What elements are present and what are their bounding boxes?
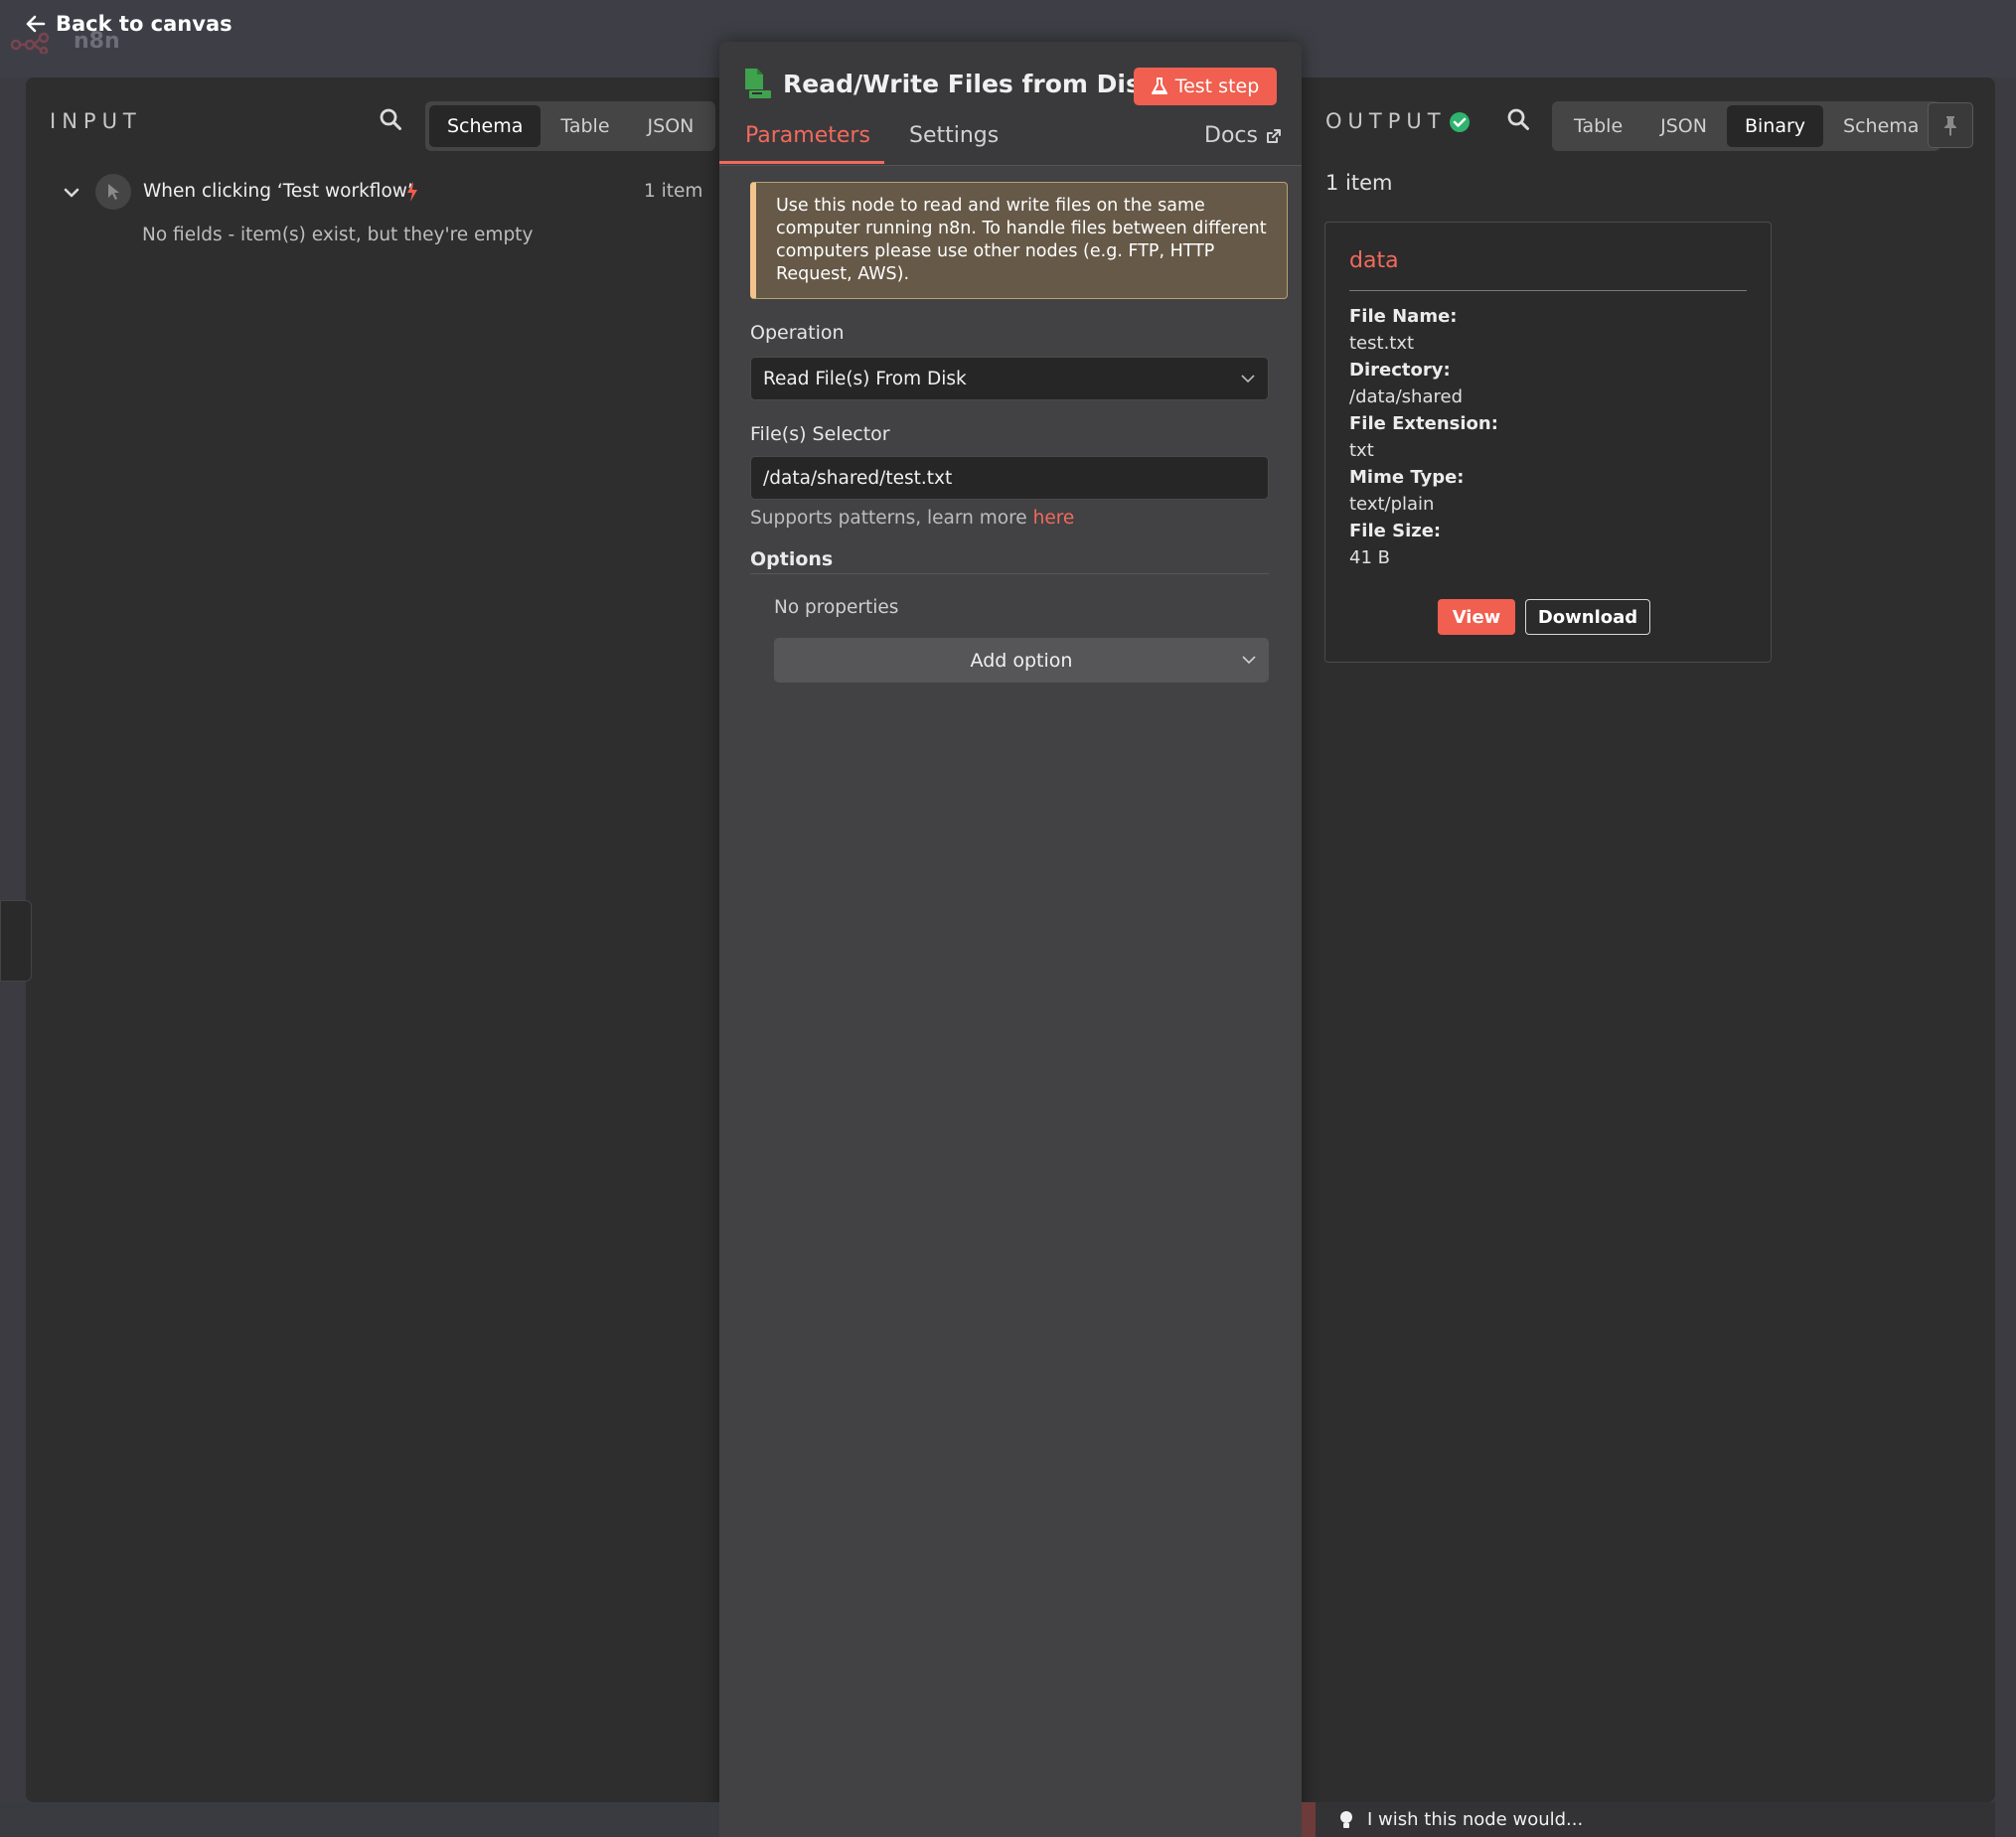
directory-label: Directory: bbox=[1349, 360, 1451, 381]
download-button[interactable]: Download bbox=[1525, 599, 1650, 635]
feedback-text: I wish this node would... bbox=[1367, 1809, 1584, 1830]
flask-icon bbox=[1151, 77, 1167, 94]
input-item-count: 1 item bbox=[644, 181, 703, 202]
test-step-button[interactable]: Test step bbox=[1134, 68, 1277, 105]
input-panel: INPUT Schema Table JSON When clicking ‘T… bbox=[26, 77, 719, 1802]
input-tab-table[interactable]: Table bbox=[543, 105, 627, 147]
output-tab-table[interactable]: Table bbox=[1556, 105, 1640, 147]
mime-type-value: text/plain bbox=[1349, 494, 1435, 515]
active-tab-indicator bbox=[719, 161, 884, 164]
trigger-node-icon bbox=[95, 174, 131, 210]
input-tab-schema[interactable]: Schema bbox=[429, 105, 542, 147]
collapse-chevron-icon[interactable] bbox=[62, 183, 81, 207]
file-name-label: File Name: bbox=[1349, 306, 1458, 327]
output-view-switcher: Table JSON Binary Schema bbox=[1552, 101, 1941, 151]
arrow-left-icon bbox=[26, 15, 46, 33]
file-name-value: test.txt bbox=[1349, 333, 1415, 354]
input-empty-message: No fields - item(s) exist, but they're e… bbox=[142, 225, 534, 245]
pin-data-button[interactable] bbox=[1928, 102, 1973, 148]
file-extension-label: File Extension: bbox=[1349, 413, 1498, 434]
operation-value: Read File(s) From Disk bbox=[763, 368, 967, 389]
output-tab-binary[interactable]: Binary bbox=[1726, 105, 1824, 147]
info-notice: Use this node to read and write files on… bbox=[750, 182, 1288, 299]
file-selector-hint: Supports patterns, learn more here bbox=[750, 508, 1074, 529]
add-option-button[interactable]: Add option bbox=[774, 638, 1269, 683]
canvas-bottom-strip bbox=[0, 1802, 719, 1837]
lightning-icon bbox=[404, 181, 420, 207]
binary-key: data bbox=[1349, 248, 1399, 273]
file-size-label: File Size: bbox=[1349, 521, 1442, 541]
docs-link[interactable]: Docs bbox=[1204, 123, 1282, 148]
learn-more-link[interactable]: here bbox=[1033, 508, 1075, 529]
file-selector-label: File(s) Selector bbox=[750, 423, 890, 445]
external-link-icon bbox=[1266, 128, 1281, 143]
input-panel-title: INPUT bbox=[50, 109, 142, 133]
output-item-count: 1 item bbox=[1325, 171, 1393, 195]
input-search-icon[interactable] bbox=[379, 107, 402, 135]
file-extension-value: txt bbox=[1349, 440, 1374, 461]
trigger-node-name[interactable]: When clicking ‘Test workflow’ bbox=[143, 181, 413, 202]
lightbulb-icon bbox=[1340, 1810, 1352, 1828]
mime-type-label: Mime Type: bbox=[1349, 467, 1465, 488]
hint-text: Supports patterns, learn more bbox=[750, 508, 1027, 529]
output-tab-json[interactable]: JSON bbox=[1642, 105, 1725, 147]
test-step-label: Test step bbox=[1174, 76, 1260, 97]
node-title[interactable]: Read/Write Files from Disk bbox=[783, 70, 1157, 98]
operation-label: Operation bbox=[750, 322, 845, 344]
node-parameters-panel: Read/Write Files from Disk Test step Par… bbox=[719, 42, 1302, 1837]
feedback-bar[interactable]: I wish this node would... bbox=[1302, 1802, 1995, 1837]
card-divider bbox=[1349, 290, 1747, 291]
back-label: Back to canvas bbox=[56, 12, 233, 36]
tab-parameters[interactable]: Parameters bbox=[745, 123, 870, 148]
chevron-down-icon bbox=[1242, 656, 1256, 665]
directory-value: /data/shared bbox=[1349, 386, 1463, 407]
options-label: Options bbox=[750, 548, 834, 570]
pin-icon bbox=[1944, 116, 1956, 136]
input-tab-json[interactable]: JSON bbox=[630, 105, 712, 147]
output-search-icon[interactable] bbox=[1506, 107, 1530, 135]
left-drawer-handle[interactable] bbox=[0, 900, 32, 982]
input-view-switcher: Schema Table JSON bbox=[425, 101, 716, 151]
docs-label: Docs bbox=[1204, 123, 1258, 148]
output-panel-title: OUTPUT bbox=[1325, 109, 1447, 133]
operation-select[interactable]: Read File(s) From Disk bbox=[750, 357, 1269, 400]
output-tab-schema[interactable]: Schema bbox=[1825, 105, 1937, 147]
back-to-canvas-link[interactable]: Back to canvas bbox=[26, 12, 233, 36]
chevron-down-icon bbox=[1241, 375, 1255, 383]
file-size-value: 41 B bbox=[1349, 547, 1390, 568]
file-node-icon bbox=[743, 68, 773, 103]
tab-settings[interactable]: Settings bbox=[909, 123, 999, 148]
add-option-label: Add option bbox=[970, 649, 1073, 672]
success-check-icon bbox=[1449, 111, 1471, 137]
cursor-icon bbox=[108, 184, 119, 200]
binary-data-card: data File Name: test.txt Directory: /dat… bbox=[1324, 222, 1772, 663]
file-selector-input[interactable] bbox=[750, 456, 1269, 500]
no-properties-text: No properties bbox=[774, 597, 899, 618]
view-button[interactable]: View bbox=[1438, 599, 1515, 635]
options-divider bbox=[750, 573, 1269, 574]
